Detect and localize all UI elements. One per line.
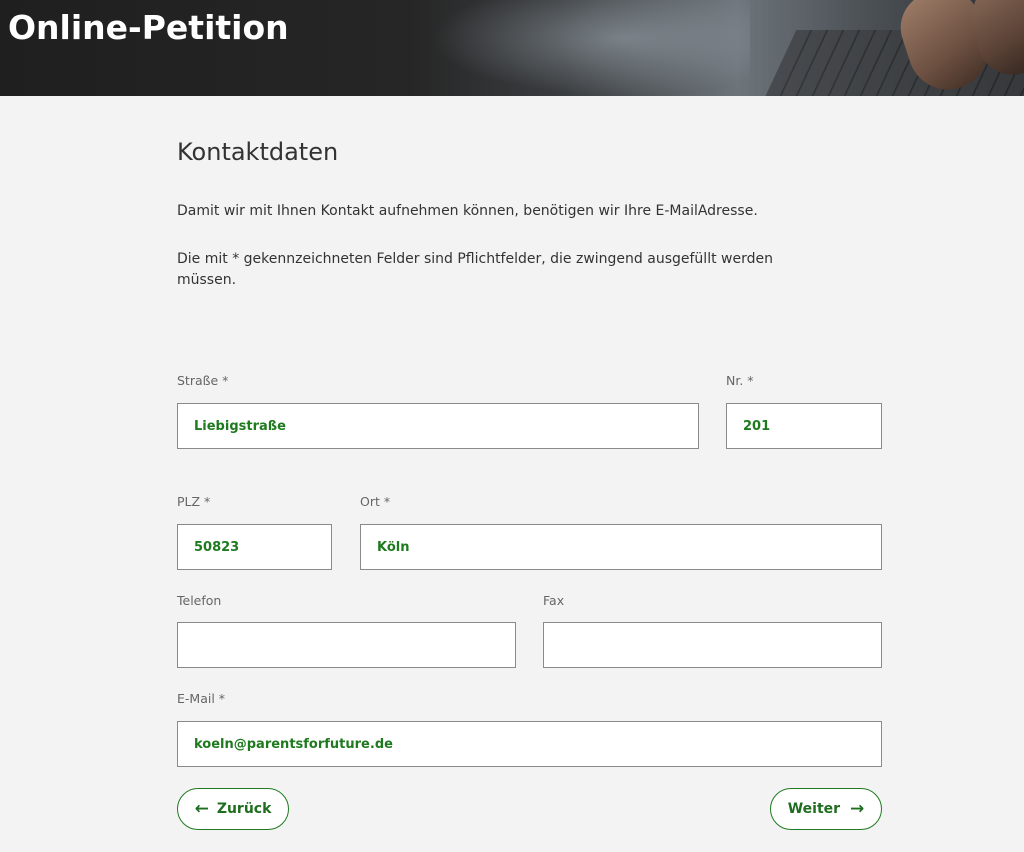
street-input[interactable] xyxy=(192,417,684,435)
required-note-line-2: müssen. xyxy=(177,272,237,288)
postal-code-input[interactable] xyxy=(192,538,317,556)
header-banner: Online-Petition xyxy=(0,0,1024,96)
street-field[interactable] xyxy=(177,403,699,449)
required-note-line-1: Die mit * gekennzeichneten Felder sind P… xyxy=(177,251,773,267)
fax-label: Fax xyxy=(543,593,565,608)
email-field[interactable] xyxy=(177,721,882,767)
city-field[interactable] xyxy=(360,524,882,570)
next-button-label: Weiter xyxy=(787,801,841,817)
postal-code-field[interactable] xyxy=(177,524,332,570)
next-button[interactable]: Weiter → xyxy=(770,788,882,830)
phone-label: Telefon xyxy=(177,593,222,608)
back-button[interactable]: ← Zurück xyxy=(177,788,289,830)
city-input[interactable] xyxy=(375,538,867,556)
phone-input[interactable] xyxy=(192,636,501,654)
arrow-left-icon: ← xyxy=(194,799,209,819)
phone-field[interactable] xyxy=(177,622,516,668)
house-number-field[interactable] xyxy=(726,403,882,449)
banner-image-highlight xyxy=(430,0,750,96)
section-title: Kontaktdaten xyxy=(177,138,339,166)
postal-code-label: PLZ * xyxy=(177,494,211,509)
intro-text: Damit wir mit Ihnen Kontakt aufnehmen kö… xyxy=(177,203,758,219)
street-label: Straße * xyxy=(177,373,229,388)
city-label: Ort * xyxy=(360,494,391,509)
email-label: E-Mail * xyxy=(177,691,226,706)
arrow-right-icon: → xyxy=(850,799,865,819)
page-header-title: Online-Petition xyxy=(8,8,289,47)
back-button-label: Zurück xyxy=(216,801,272,817)
fax-field[interactable] xyxy=(543,622,882,668)
house-number-label: Nr. * xyxy=(726,373,754,388)
house-number-input[interactable] xyxy=(741,417,867,435)
email-input[interactable] xyxy=(192,735,867,753)
fax-input[interactable] xyxy=(558,636,867,654)
